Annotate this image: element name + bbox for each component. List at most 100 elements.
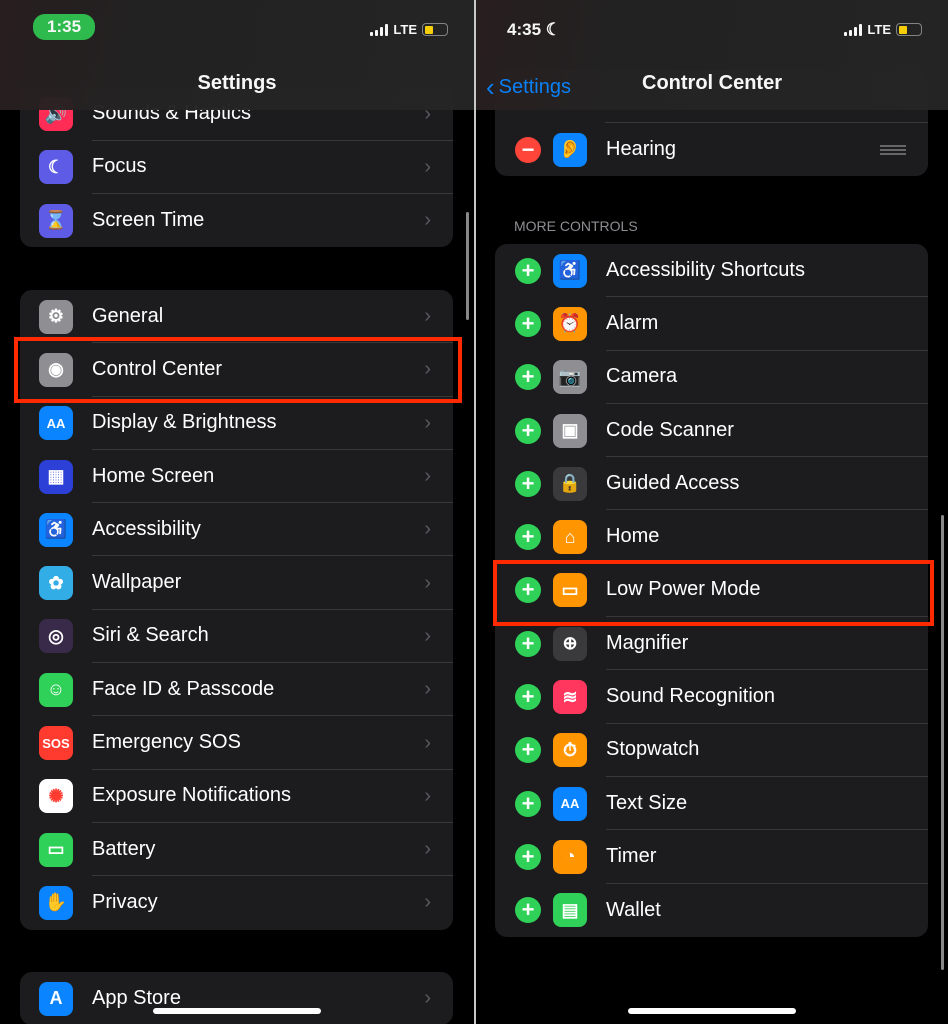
network-label: LTE [867, 22, 891, 37]
item-label: Camera [606, 351, 928, 404]
item-label: Display & Brightness [92, 397, 453, 450]
item-label: Exposure Notifications [92, 770, 453, 823]
add-button[interactable]: + [515, 310, 541, 337]
settings-item-wallpaper[interactable]: ✿ Wallpaper › [20, 556, 453, 610]
camera-icon: 📷 [553, 360, 587, 395]
add-button[interactable]: + [515, 630, 541, 657]
item-label: Timer [606, 830, 928, 884]
control-item-code-scanner[interactable]: + ▣ Code Scanner [495, 404, 928, 458]
item-label: Code Scanner [606, 404, 928, 458]
home-indicator[interactable] [628, 1008, 796, 1014]
status-time: 4:35 ☾ [507, 20, 561, 40]
control-item-alarm[interactable]: + ⏰ Alarm [495, 297, 928, 351]
text-size-icon: AA [39, 406, 73, 441]
settings-item-app-store[interactable]: A App Store › [20, 972, 453, 1024]
settings-item-home-screen[interactable]: ▦ Home Screen › [20, 450, 453, 504]
add-button[interactable]: + [515, 843, 541, 870]
app-grid-icon: ▦ [39, 459, 73, 494]
hand-icon: ✋ [39, 885, 73, 920]
highlight-box [493, 560, 934, 626]
settings-item-accessibility[interactable]: ♿ Accessibility › [20, 503, 453, 557]
item-label: Emergency SOS [92, 716, 453, 770]
settings-item-focus[interactable]: ☾ Focus › [20, 141, 453, 194]
status-indicators: LTE [844, 22, 922, 37]
page-title: Control Center [476, 72, 948, 95]
settings-item-emergency-sos[interactable]: SOS Emergency SOS › [20, 716, 453, 770]
siri-icon: ◎ [39, 619, 73, 654]
control-item-wallet[interactable]: + ▤ Wallet [495, 884, 928, 937]
item-label: Text Size [606, 777, 928, 831]
settings-screen: 1:35 LTE Settings 🔊 Sounds & Haptics › ☾ Foc… [0, 0, 474, 1024]
lock-icon: 🔒 [553, 466, 587, 501]
item-label: Guided Access [606, 457, 928, 511]
control-item-guided-access[interactable]: + 🔒 Guided Access [495, 457, 928, 511]
home-indicator[interactable] [153, 1008, 321, 1014]
scrollbar[interactable] [941, 515, 944, 970]
magnifier-icon: ⊕ [553, 626, 587, 661]
text-size-icon: AA [553, 786, 587, 821]
item-label: App Store [92, 987, 181, 1010]
battery-status-icon [422, 23, 448, 36]
battery-icon: ▭ [39, 832, 73, 867]
add-button[interactable]: + [515, 790, 541, 817]
settings-item-battery[interactable]: ▭ Battery › [20, 823, 453, 877]
chevron-right-icon: › [424, 987, 431, 1010]
status-time: 1:35 [33, 14, 96, 40]
remove-button[interactable]: − [515, 136, 541, 163]
item-label: Accessibility [92, 503, 453, 557]
alarm-icon: ⏰ [553, 306, 587, 341]
settings-item-exposure-notifications[interactable]: ✺ Exposure Notifications › [20, 770, 453, 823]
settings-item-display-brightness[interactable]: AA Display & Brightness › [20, 397, 453, 450]
chevron-right-icon: › [424, 209, 431, 232]
chevron-right-icon: › [424, 731, 431, 754]
network-label: LTE [393, 22, 417, 37]
item-label: Face ID & Passcode [92, 663, 453, 717]
control-item-timer[interactable]: + ◔ Timer [495, 830, 928, 884]
settings-item-general[interactable]: ⚙ General › [20, 290, 453, 344]
settings-item-screen-time[interactable]: ⌛ Screen Time › [20, 194, 453, 247]
add-button[interactable]: + [515, 364, 541, 391]
timer-icon: ◔ [553, 839, 587, 874]
add-button[interactable]: + [515, 524, 541, 551]
face-id-icon: ☺ [39, 672, 73, 707]
battery-status-icon [896, 23, 922, 36]
control-item-home[interactable]: + ⌂ Home [495, 510, 928, 564]
app-store-icon: A [39, 981, 73, 1016]
settings-item-privacy[interactable]: ✋ Privacy › [20, 876, 453, 929]
control-item-camera[interactable]: + 📷 Camera [495, 351, 928, 404]
item-label: Battery [92, 823, 453, 877]
add-button[interactable]: + [515, 737, 541, 764]
signal-icon [370, 23, 389, 36]
control-item-text-size[interactable]: + AA Text Size [495, 777, 928, 831]
signal-icon [844, 23, 863, 36]
status-indicators: LTE [370, 22, 448, 37]
section-header: MORE CONTROLS [514, 218, 638, 234]
flower-icon: ✿ [39, 566, 73, 601]
control-item-sound-recognition[interactable]: + ≋ Sound Recognition [495, 670, 928, 724]
nav-bar: 4:35 ☾ LTE ‹ Settings Control Center [476, 0, 948, 110]
control-item-stopwatch[interactable]: + ⏱ Stopwatch [495, 724, 928, 777]
moon-icon: ☾ [39, 150, 73, 185]
qr-code-icon: ▣ [553, 413, 587, 448]
moon-icon: ☾ [545, 20, 562, 39]
item-label: Focus [92, 141, 453, 194]
add-button[interactable]: + [515, 257, 541, 284]
item-label: Screen Time [92, 209, 205, 232]
control-item-accessibility-shortcuts[interactable]: + ♿ Accessibility Shortcuts [495, 244, 928, 298]
chevron-right-icon: › [424, 518, 431, 541]
add-button[interactable]: + [515, 897, 541, 924]
control-item-hearing[interactable]: − 👂 Hearing [495, 123, 928, 176]
scrollbar[interactable] [466, 212, 469, 320]
gear-icon: ⚙ [39, 299, 73, 334]
settings-item-face-id-passcode[interactable]: ☺ Face ID & Passcode › [20, 663, 453, 717]
add-button[interactable]: + [515, 417, 541, 444]
reorder-handle-icon[interactable] [880, 144, 906, 155]
chevron-right-icon: › [424, 624, 431, 647]
item-label: General [92, 290, 453, 344]
add-button[interactable]: + [515, 684, 541, 711]
status-time-text: 4:35 [507, 20, 542, 39]
settings-item-siri-search[interactable]: ◎ Siri & Search › [20, 610, 453, 664]
chevron-right-icon: › [424, 678, 431, 701]
page-title-text: Control Center [642, 72, 782, 94]
add-button[interactable]: + [515, 470, 541, 497]
